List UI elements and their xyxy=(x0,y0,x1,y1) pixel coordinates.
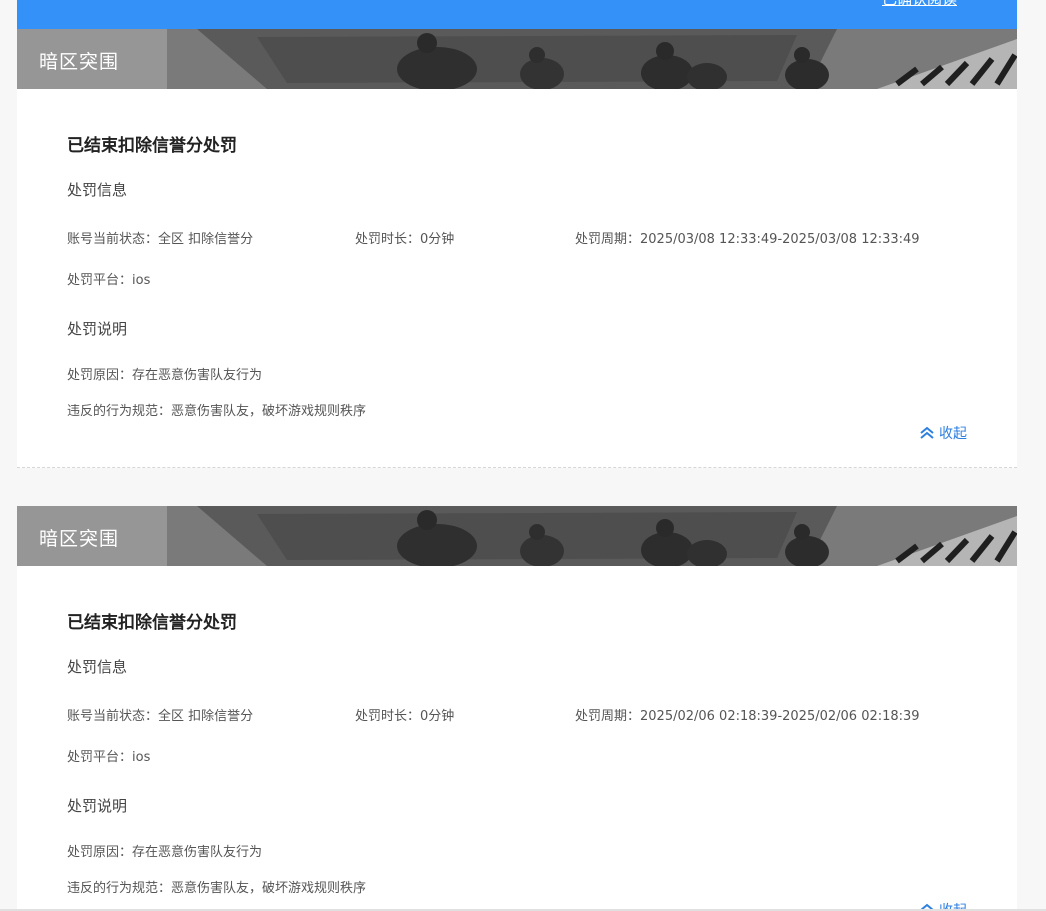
collapse-button[interactable]: 收起 xyxy=(919,423,967,443)
penalty-period: 处罚周期：2025/02/06 02:18:39-2025/02/06 02:1… xyxy=(575,709,920,724)
game-title: 暗区突围 xyxy=(39,528,120,550)
penalty-reason: 处罚原因：存在恶意伤害队友行为 xyxy=(67,845,263,860)
account-status: 账号当前状态：全区 扣除信誉分 xyxy=(67,709,254,724)
penalty-record-card: 暗区突围 已结束扣除信誉分处罚 处罚信息 账号当前状态：全区 扣除信誉分 处罚时… xyxy=(17,29,1017,468)
game-banner: 暗区突围 xyxy=(17,29,1017,89)
confirm-read-link[interactable]: 已确认阅读 xyxy=(882,0,957,9)
penalty-description-heading: 处罚说明 xyxy=(67,320,128,338)
penalty-description-heading: 处罚说明 xyxy=(67,797,128,815)
penalty-record-card: 暗区突围 已结束扣除信誉分处罚 处罚信息 账号当前状态：全区 扣除信誉分 处罚时… xyxy=(17,506,1017,911)
page-margin xyxy=(1017,0,1046,911)
account-status: 账号当前状态：全区 扣除信誉分 xyxy=(67,232,254,247)
penalty-platform: 处罚平台：ios xyxy=(67,273,151,288)
penalty-status-title: 已结束扣除信誉分处罚 xyxy=(67,613,237,633)
page: 已确认阅读 暗区突围 已结束扣除信誉分处罚 xyxy=(0,0,1046,911)
banner-artwork-image xyxy=(17,29,1017,89)
banner-artwork-image xyxy=(17,506,1017,566)
penalty-status-title: 已结束扣除信誉分处罚 xyxy=(67,136,237,156)
penalty-duration: 处罚时长：0分钟 xyxy=(355,232,455,247)
penalty-info-heading: 处罚信息 xyxy=(67,181,128,199)
game-banner: 暗区突围 xyxy=(17,506,1017,566)
top-bar: 已确认阅读 xyxy=(17,0,1017,29)
collapse-label: 收起 xyxy=(939,426,967,442)
penalty-info-heading: 处罚信息 xyxy=(67,658,128,676)
double-chevron-up-icon xyxy=(920,426,934,439)
penalty-period: 处罚周期：2025/03/08 12:33:49-2025/03/08 12:3… xyxy=(575,232,920,247)
game-title: 暗区突围 xyxy=(39,51,120,73)
penalty-reason: 处罚原因：存在恶意伤害队友行为 xyxy=(67,368,263,383)
violated-rule: 违反的行为规范：恶意伤害队友，破坏游戏规则秩序 xyxy=(67,404,367,419)
penalty-duration: 处罚时长：0分钟 xyxy=(355,709,455,724)
violated-rule: 违反的行为规范：恶意伤害队友，破坏游戏规则秩序 xyxy=(67,881,367,896)
penalty-platform: 处罚平台：ios xyxy=(67,750,151,765)
